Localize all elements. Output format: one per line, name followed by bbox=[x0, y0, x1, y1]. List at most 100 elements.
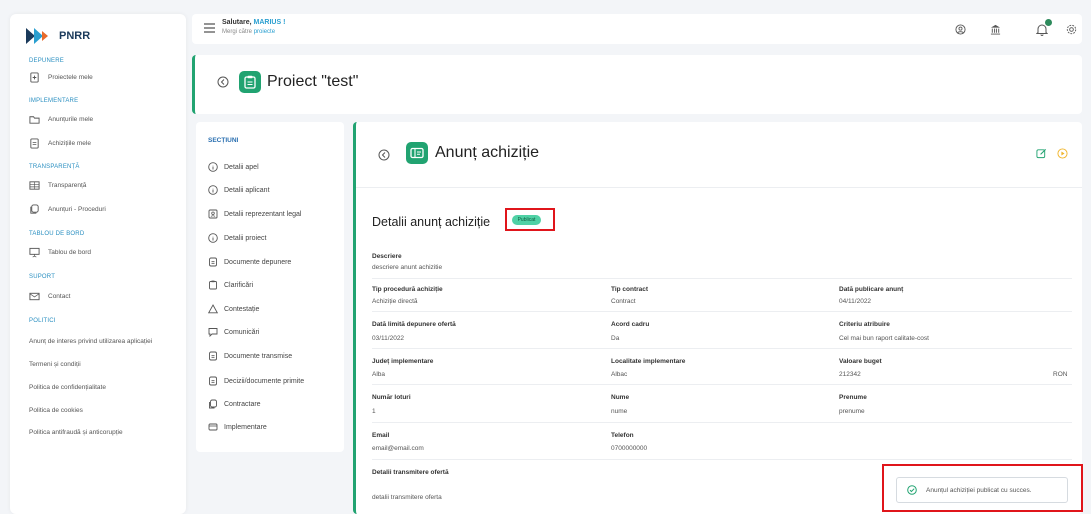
logo-text: PNRR bbox=[59, 30, 91, 42]
document-icon bbox=[209, 257, 217, 267]
sidebar-item-label: Achizițiile mele bbox=[48, 140, 91, 147]
policy-link-confidentialitate[interactable]: Politica de confidențialitate bbox=[29, 384, 106, 391]
policy-link-antifrauda[interactable]: Politica antifraudă și anticorupție bbox=[29, 429, 123, 436]
policy-link-termeni[interactable]: Termeni și condiții bbox=[29, 361, 81, 368]
presentation-icon bbox=[29, 247, 40, 258]
field-label-acord-cadru: Acord cadru bbox=[611, 321, 650, 328]
projects-link[interactable]: proiecte bbox=[254, 29, 275, 35]
notification-badge bbox=[1045, 19, 1052, 26]
section-comunicari[interactable]: Comunicări bbox=[208, 327, 259, 337]
info-icon bbox=[208, 233, 218, 243]
section-label: Contestație bbox=[224, 305, 260, 313]
field-value-criteriu: Cel mai bun raport calitate-cost bbox=[839, 335, 929, 342]
field-value-nume: nume bbox=[611, 408, 628, 415]
project-header: Proiect "test" bbox=[192, 55, 1082, 114]
section-detalii-proiect[interactable]: Detalii proiect bbox=[208, 233, 266, 243]
sidebar-item-transparenta[interactable]: Transparență bbox=[29, 180, 86, 191]
divider bbox=[372, 384, 1072, 385]
field-value-transmitere: detalii transmitere oferta bbox=[372, 494, 442, 501]
document-icon bbox=[30, 138, 39, 149]
sidebar-item-label: Tablou de bord bbox=[48, 249, 92, 256]
field-value-valoare-buget: 212342 bbox=[839, 371, 861, 378]
section-title-transparenta: TRANSPARENȚĂ bbox=[29, 164, 80, 170]
divider bbox=[372, 348, 1072, 349]
field-label-telefon: Telefon bbox=[611, 432, 634, 439]
document-icon bbox=[209, 351, 217, 361]
success-toast[interactable]: Anunțul achiziției publicat cu succes. bbox=[896, 477, 1068, 503]
section-title-politici: POLITICI bbox=[29, 318, 56, 324]
institution-icon[interactable] bbox=[990, 24, 1001, 35]
menu-icon[interactable] bbox=[204, 23, 215, 33]
user-name: MARIUS ! bbox=[253, 19, 286, 26]
section-contestatie[interactable]: Contestație bbox=[208, 304, 259, 314]
section-label: Clarificări bbox=[224, 281, 254, 289]
back-arrow-icon[interactable] bbox=[378, 149, 390, 161]
chat-icon bbox=[208, 328, 218, 337]
section-documente-depunere[interactable]: Documente depunere bbox=[208, 257, 291, 267]
field-value-telefon: 0700000000 bbox=[611, 445, 648, 452]
file-plus-icon bbox=[30, 72, 39, 83]
field-label-valoare-buget: Valoare buget bbox=[839, 358, 882, 365]
logo-mark-icon bbox=[26, 28, 48, 44]
field-value-tip-contract: Contract bbox=[611, 298, 636, 305]
folder-icon bbox=[29, 116, 40, 124]
section-detalii-reprezentant[interactable]: Detalii reprezentant legal bbox=[208, 209, 301, 219]
policy-link-cookies[interactable]: Politica de cookies bbox=[29, 407, 83, 414]
section-documente-transmise[interactable]: Documente transmise bbox=[208, 351, 292, 361]
sidebar: PNRR DEPUNERE Proiectele mele IMPLEMENTA… bbox=[10, 14, 186, 514]
mail-icon bbox=[29, 292, 40, 301]
field-label-data-limita: Dată limită depunere ofertă bbox=[372, 321, 456, 328]
copy-icon bbox=[209, 399, 217, 409]
sidebar-item-label: Transparență bbox=[48, 182, 87, 189]
section-decizii-documente[interactable]: Decizii/documente primite bbox=[208, 376, 304, 386]
section-contractare[interactable]: Contractare bbox=[208, 399, 261, 409]
sidebar-item-proiectele-mele[interactable]: Proiectele mele bbox=[29, 72, 93, 83]
field-value-email: email@email.com bbox=[372, 445, 424, 452]
field-label-tip-contract: Tip contract bbox=[611, 286, 649, 293]
document-icon bbox=[209, 376, 217, 386]
ticket-icon bbox=[406, 142, 428, 164]
section-label: Detalii apel bbox=[224, 163, 259, 171]
sidebar-item-contact[interactable]: Contact bbox=[29, 291, 70, 302]
section-label: Detalii proiect bbox=[224, 234, 267, 242]
sidebar-item-anunturile-mele[interactable]: Anunțurile mele bbox=[29, 114, 93, 125]
sidebar-item-anunturi-proceduri[interactable]: Anunțuri - Proceduri bbox=[29, 204, 106, 215]
field-value-data-limita: 03/11/2022 bbox=[372, 335, 405, 342]
settings-icon[interactable] bbox=[1066, 24, 1077, 35]
back-arrow-icon[interactable] bbox=[217, 76, 229, 88]
divider bbox=[372, 311, 1072, 312]
id-card-icon bbox=[208, 209, 218, 219]
sections-panel: SECȚIUNI Detalii apel Detalii aplicant D… bbox=[196, 122, 344, 452]
field-label-judet: Județ implementare bbox=[372, 358, 434, 365]
sidebar-item-achizitiile-mele[interactable]: Achizițiile mele bbox=[29, 138, 91, 149]
field-value-tip-procedura: Achiziție directă bbox=[372, 298, 418, 305]
section-implementare[interactable]: Implementare bbox=[208, 422, 267, 432]
field-label-localitate: Localitate implementare bbox=[611, 358, 686, 365]
field-value-prenume: prenume bbox=[839, 408, 865, 415]
main-header: Anunț achiziție bbox=[356, 122, 1082, 188]
subtitle-text: Mergi către bbox=[222, 29, 254, 35]
field-value-judet: Alba bbox=[372, 371, 386, 378]
field-label-transmitere: Detalii transmitere ofertă bbox=[372, 469, 449, 476]
info-icon bbox=[208, 162, 218, 172]
section-clarificari[interactable]: Clarificări bbox=[208, 280, 253, 290]
section-detalii-aplicant[interactable]: Detalii aplicant bbox=[208, 185, 270, 195]
logo[interactable]: PNRR bbox=[26, 24, 90, 48]
section-title-tablou-de-bord: TABLOU DE BORD bbox=[29, 231, 85, 237]
sidebar-item-tablou-de-bord[interactable]: Tablou de bord bbox=[29, 247, 91, 258]
user-circle-icon[interactable] bbox=[955, 24, 966, 35]
section-label: Implementare bbox=[224, 423, 267, 431]
edit-icon[interactable] bbox=[1036, 148, 1047, 159]
clipboard-icon bbox=[209, 280, 217, 290]
section-label: Comunicări bbox=[224, 328, 260, 336]
section-title-depunere: DEPUNERE bbox=[29, 58, 64, 64]
greeting-text: Salutare, bbox=[222, 19, 254, 26]
main-content: Anunț achiziție Detalii anunț achiziție … bbox=[353, 122, 1082, 514]
policy-link-anunt-interes[interactable]: Anunț de interes privind utilizarea apli… bbox=[29, 338, 152, 345]
section-detalii-apel[interactable]: Detalii apel bbox=[208, 162, 259, 172]
field-value-descriere: descriere anunt achizitie bbox=[372, 264, 443, 271]
toast-message: Anunțul achiziției publicat cu succes. bbox=[926, 486, 1032, 494]
notifications-button[interactable] bbox=[1036, 19, 1052, 36]
currency-label: RON bbox=[1053, 371, 1068, 378]
play-circle-icon[interactable] bbox=[1057, 148, 1068, 159]
